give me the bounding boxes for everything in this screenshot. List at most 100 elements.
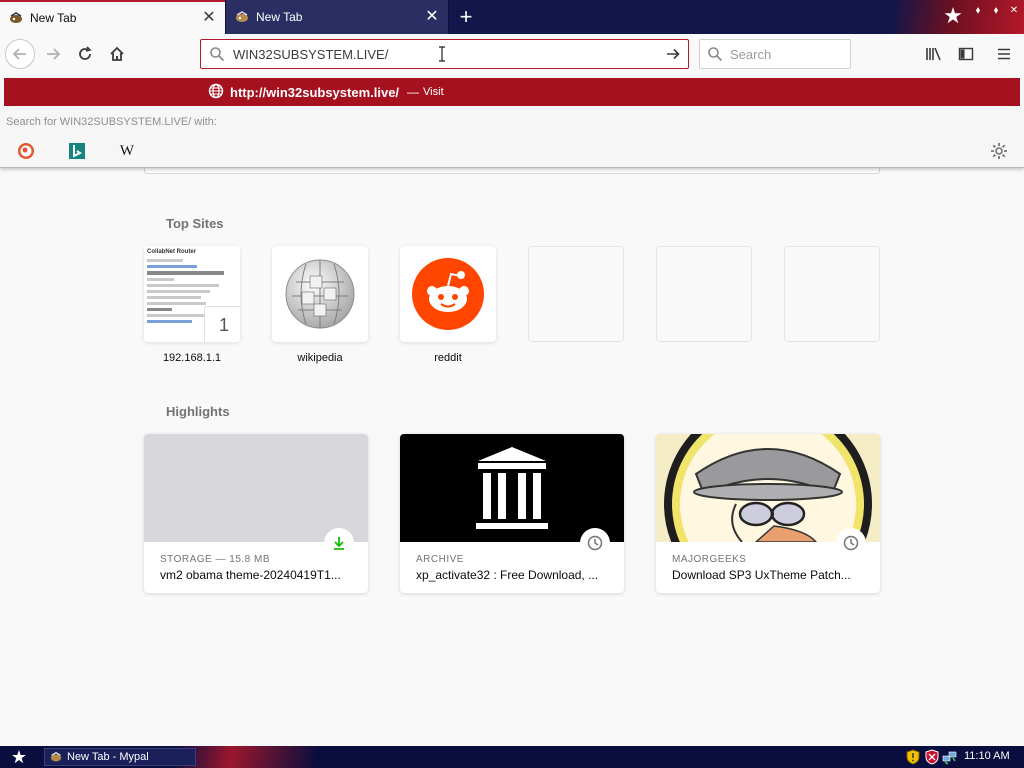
highlight-card[interactable]: ARCHIVE xp_activate32 : Free Download, .… (400, 434, 624, 593)
top-site-empty-slot[interactable] (784, 246, 880, 352)
top-site-thumbnail[interactable]: CollabNet Router 1 (144, 246, 240, 342)
highlight-card[interactable]: STORAGE — 15.8 MB vm2 obama theme-202404… (144, 434, 368, 593)
home-icon (110, 46, 124, 61)
top-site-label: reddit (434, 352, 462, 364)
search-icon (201, 46, 233, 62)
card-context: ARCHIVE (416, 554, 464, 565)
search-with-label: Search for WIN32SUBSYSTEM.LIVE/ with: (6, 116, 217, 128)
mypal-favicon-icon (234, 9, 250, 25)
card-preview-image (144, 434, 368, 542)
suggestion-url: http://win32subsystem.live/ (230, 84, 400, 100)
tab-new-tab[interactable]: New Tab ✕ (225, 0, 449, 34)
sidebar-toggle-button[interactable] (951, 39, 981, 69)
thumb-heading: CollabNet Router (147, 249, 197, 255)
library-button[interactable] (919, 39, 949, 69)
bing-engine-button[interactable] (67, 141, 87, 161)
top-site-label: 192.168.1.1 (162, 352, 222, 364)
empty-tile[interactable] (528, 246, 624, 342)
duckduckgo-engine-button[interactable] (16, 141, 36, 161)
tab-close-icon[interactable]: ✕ (424, 9, 440, 25)
navigation-toolbar: WIN32SUBSYSTEM.LIVE/ Search (0, 34, 1024, 74)
clock-icon (836, 528, 866, 558)
wikipedia-w-icon: W (119, 142, 135, 159)
tab-close-icon[interactable]: ✕ (201, 10, 217, 26)
library-icon (926, 47, 941, 61)
home-button[interactable] (102, 39, 132, 69)
duckduckgo-icon (18, 143, 34, 159)
taskbar-flag-decoration (175, 746, 315, 768)
close-window-button[interactable]: ✕ (1006, 4, 1022, 18)
card-title: Download SP3 UxTheme Patch... (672, 568, 851, 582)
gear-icon (991, 143, 1007, 159)
top-site-tile[interactable]: reddit (400, 246, 496, 364)
empty-tile[interactable] (784, 246, 880, 342)
top-site-thumbnail[interactable] (272, 246, 368, 342)
new-tab-button[interactable]: + (452, 0, 480, 34)
back-button[interactable] (5, 39, 35, 69)
top-site-tile[interactable]: wikipedia (272, 246, 368, 364)
highlights-heading: Highlights (166, 404, 230, 419)
tab-title: New Tab (30, 11, 77, 25)
card-preview-image (656, 434, 880, 542)
star-logo-icon: ★ (943, 3, 963, 28)
reload-button[interactable] (70, 39, 100, 69)
back-arrow-icon (12, 48, 26, 60)
top-site-thumbnail[interactable] (400, 246, 496, 342)
forward-button[interactable] (38, 39, 68, 69)
highlight-card[interactable]: MAJORGEEKS Download SP3 UxTheme Patch... (656, 434, 880, 593)
text-cursor-icon (438, 46, 446, 62)
card-context: MAJORGEEKS (672, 554, 747, 565)
card-title: vm2 obama theme-20240419T1... (160, 568, 341, 582)
tab-title: New Tab (256, 10, 303, 24)
taskbar-clock: 11:10 AM (964, 750, 1010, 762)
mypal-favicon-icon (8, 10, 24, 26)
reddit-logo-icon (412, 258, 484, 330)
top-site-empty-slot[interactable] (656, 246, 752, 352)
wikipedia-engine-button[interactable]: W (117, 141, 137, 161)
taskbar-item-label: New Tab - Mypal (67, 751, 149, 763)
security-shield-icon[interactable] (905, 749, 921, 765)
reload-icon (79, 46, 92, 60)
antivirus-shield-icon[interactable] (924, 749, 940, 765)
globe-icon (208, 83, 224, 102)
search-icon (700, 46, 730, 62)
start-button[interactable]: ★ (2, 747, 36, 767)
minimize-button[interactable]: ⬧ (970, 4, 986, 18)
top-sites-heading: Top Sites (166, 216, 224, 231)
wikipedia-globe-icon (285, 259, 355, 329)
top-site-tile[interactable]: CollabNet Router 1 192.168.1.1 (144, 246, 240, 364)
tab-new-tab-active[interactable]: New Tab ✕ (0, 0, 225, 34)
taskbar: ★ New Tab - Mypal 11:10 AM (0, 746, 1024, 768)
mypal-favicon-icon (49, 750, 63, 764)
top-site-empty-slot[interactable] (528, 246, 624, 352)
majorgeeks-mascot-icon (664, 434, 872, 542)
clock-icon (580, 528, 610, 558)
menu-button[interactable] (989, 39, 1019, 69)
card-title: xp_activate32 : Free Download, ... (416, 568, 599, 582)
url-bar[interactable]: WIN32SUBSYSTEM.LIVE/ (200, 39, 689, 69)
top-site-label: wikipedia (297, 352, 343, 364)
network-icon[interactable] (942, 749, 958, 765)
empty-tile[interactable] (656, 246, 752, 342)
taskbar-window-item[interactable]: New Tab - Mypal (44, 748, 196, 766)
pin-number-badge: 1 (204, 306, 240, 342)
suggestion-separator: — (407, 85, 420, 99)
visit-url-suggestion[interactable]: http://win32subsystem.live/ — Visit (4, 78, 1020, 106)
url-autocomplete-popup: http://win32subsystem.live/ — Visit Sear… (0, 74, 1024, 168)
bing-icon (69, 143, 85, 159)
card-context: STORAGE — 15.8 MB (160, 554, 271, 565)
page-search-box[interactable] (144, 168, 880, 174)
download-icon (324, 528, 354, 558)
hamburger-menu-icon (998, 48, 1010, 60)
search-placeholder: Search (730, 46, 772, 62)
go-arrow-button[interactable] (658, 46, 688, 62)
forward-arrow-icon (47, 48, 61, 60)
maximize-button[interactable]: ⬧ (988, 4, 1004, 18)
search-bar[interactable]: Search (699, 39, 851, 69)
sidebar-icon (958, 47, 974, 61)
new-tab-page: Top Sites CollabNet Router 1 192.168.1.1 (0, 168, 1024, 746)
search-settings-button[interactable] (988, 140, 1010, 162)
tab-strip: New Tab ✕ New Tab ✕ + ★ ⬧ ⬧ ✕ (0, 0, 1024, 34)
archive-building-icon (476, 447, 548, 529)
card-preview-image (400, 434, 624, 542)
